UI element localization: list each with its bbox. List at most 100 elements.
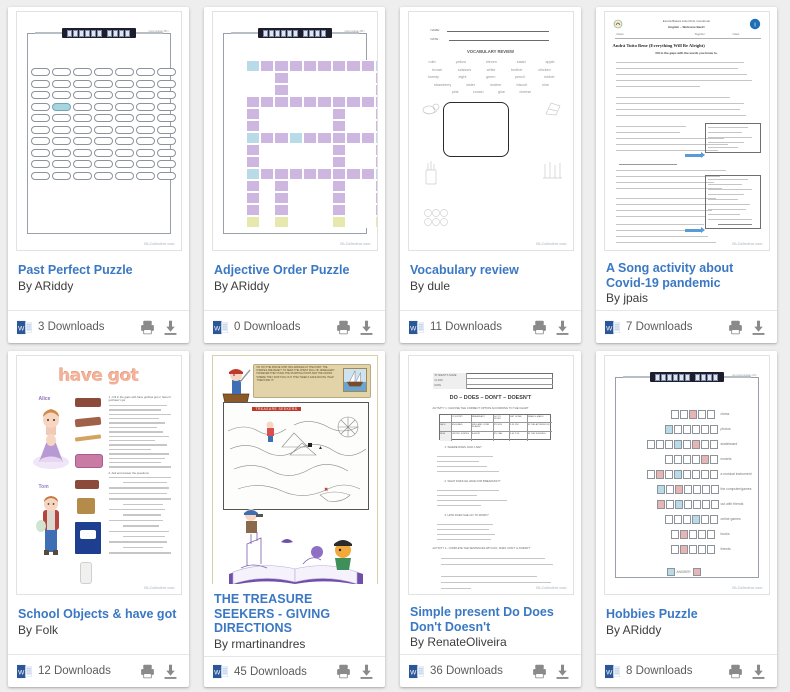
word-document-icon: W: [17, 664, 32, 679]
card-meta: School Objects & have got By Folk: [8, 599, 189, 654]
print-icon[interactable]: [335, 319, 352, 336]
open-book-illustration: [221, 528, 371, 585]
download-icon[interactable]: [554, 663, 571, 680]
vocab-word: glue: [497, 90, 505, 95]
clue-label: chess: [720, 412, 730, 416]
td-rita-country: UNITED STATES: [452, 432, 472, 441]
thumbnail-link[interactable]: intermediate (B1) iSLCollective.com: [8, 7, 189, 255]
td-rita: RITA: [439, 432, 452, 441]
level-note: intermediate (B1): [344, 30, 365, 33]
thumbnail-link[interactable]: NAME: DATE : VOCABULARY REVIEW ruler yel…: [400, 7, 581, 255]
question-3: 3. HOW DOES SHE GO TO WORK?: [444, 514, 489, 517]
print-icon[interactable]: [727, 663, 744, 680]
vocab-word: brother: [510, 67, 523, 72]
td-jack-home: 5:30 P.M.: [509, 423, 528, 432]
arrow-icon-2: [684, 227, 705, 233]
form-label-student-name: STUDENT'S NAME: [434, 374, 457, 377]
question-1: 1. WHERE DOES JACK LIVE?: [444, 446, 482, 449]
thumbnail-adjective-order-puzzle: intermediate (B1) iSLCollective.com: [211, 11, 378, 251]
worksheet-card[interactable]: NAME: DATE : VOCABULARY REVIEW ruler yel…: [400, 7, 581, 343]
print-icon[interactable]: [727, 319, 744, 336]
clue-label: out with friends: [720, 502, 744, 506]
worksheet-title[interactable]: Simple present Do Does Don't Doesn't: [410, 605, 571, 634]
th-read-emails: READ E-MAILS: [527, 415, 552, 423]
vocab-word: nine: [541, 82, 549, 87]
worksheet-title[interactable]: Past Perfect Puzzle: [18, 263, 179, 278]
vocab-word: brown: [432, 67, 443, 72]
watermark: iSLCollective.com: [536, 242, 567, 246]
worksheet-title[interactable]: Vocabulary review: [410, 263, 571, 278]
th-country: COUNTRY: [451, 415, 472, 423]
intro-text: HO HO! THE PIRATE SHIP HAS ARRIVED AT TH…: [256, 366, 335, 382]
clue-label: photos: [720, 427, 731, 431]
glue-item: [79, 562, 92, 584]
vocab-word: white: [486, 67, 496, 72]
download-icon[interactable]: [162, 663, 179, 680]
td-jack-country: ENGLAND: [451, 423, 472, 432]
worksheet-author: By ARiddy: [606, 622, 662, 637]
thumbnail-link[interactable]: HO HO! THE PIRATE SHIP HAS ARRIVED AT TH…: [204, 351, 385, 585]
thumbnail-link[interactable]: STUDENT'S NAME CLASS DATE DO – DOES – DO…: [400, 351, 581, 598]
print-icon[interactable]: [335, 663, 352, 680]
worksheet-card[interactable]: i Escola Basica Julio Dinis, Gondomar En…: [596, 7, 777, 343]
worksheet-card[interactable]: HO HO! THE PIRATE SHIP HAS ARRIVED AT TH…: [204, 351, 385, 687]
worksheet-card[interactable]: STUDENT'S NAME CLASS DATE DO – DOES – DO…: [400, 351, 581, 687]
worksheet-card[interactable]: have got Alice Tom 1 - Fill in the gaps …: [8, 351, 189, 687]
watermark: iSLCollective.com: [732, 242, 763, 246]
thumbnail-link[interactable]: have got Alice Tom 1 - Fill in the gaps …: [8, 351, 189, 599]
thumbnail-link[interactable]: i Escola Basica Julio Dinis, Gondomar En…: [596, 7, 777, 254]
card-meta: THE TREASURE SEEKERS - GIVING DIRECTIONS…: [204, 584, 385, 656]
clue-label: online games: [720, 517, 741, 521]
svg-text:W: W: [214, 325, 221, 332]
worksheet-card[interactable]: intermediate (B1) iSLCollective.com Past: [8, 7, 189, 343]
thumbnail-do-does: STUDENT'S NAME CLASS DATE DO – DOES – DO…: [407, 355, 574, 595]
svg-text:W: W: [214, 670, 221, 677]
notebook-label: [79, 530, 96, 539]
download-icon[interactable]: [750, 319, 767, 336]
watermark: iSLCollective.com: [144, 586, 175, 590]
worksheet-title[interactable]: Adjective Order Puzzle: [214, 263, 375, 278]
download-count: 45 Downloads: [234, 665, 307, 678]
vocab-word: eleven: [485, 60, 497, 64]
worksheet-title[interactable]: Hobbies Puzzle: [606, 607, 767, 622]
thumbnail-treasure-seekers: HO HO! THE PIRATE SHIP HAS ARRIVED AT TH…: [211, 355, 378, 585]
task2-lines: [108, 476, 175, 554]
download-icon[interactable]: [750, 663, 767, 680]
clue-label: friends: [720, 547, 731, 551]
download-icon[interactable]: [358, 319, 375, 336]
print-icon[interactable]: [531, 319, 548, 336]
name-label: NAME:: [430, 28, 441, 32]
print-icon[interactable]: [139, 319, 156, 336]
worksheet-title[interactable]: THE TREASURE SEEKERS - GIVING DIRECTIONS: [214, 592, 375, 636]
worksheet-card[interactable]: intermediate (B1) iSLCollective.com Adje…: [204, 7, 385, 343]
thumbnail-link[interactable]: pre-intermediate (A2) chess photos skate…: [596, 351, 777, 599]
print-icon[interactable]: [139, 663, 156, 680]
download-count: 8 Downloads: [626, 665, 693, 677]
worksheet-author: By rmartinandres: [214, 636, 306, 651]
worksheet-heading: DO – DOES – DON'T – DOESN'T: [449, 395, 532, 401]
print-icon[interactable]: [531, 663, 548, 680]
download-icon[interactable]: [358, 663, 375, 680]
vocab-word: biscuit: [516, 82, 527, 87]
escape-room-title-bar: [257, 28, 332, 38]
date-rule: [448, 40, 549, 41]
watermark: iSLCollective.com: [536, 586, 567, 590]
escape-room-title-bar: [61, 28, 136, 38]
treasure-map: TREASURE SEEKERS ▲ ✖: [222, 402, 369, 510]
card-meta: Past Perfect Puzzle By ARiddy: [8, 255, 189, 310]
activity1-text: ACTIVITY 1: CHOOSE THE CORRECT OPTION AC…: [432, 407, 529, 410]
worksheet-heading: VOCABULARY REVIEW: [467, 49, 514, 54]
worksheet-card[interactable]: pre-intermediate (A2) chess photos skate…: [596, 351, 777, 687]
download-icon[interactable]: [554, 319, 571, 336]
card-meta: Simple present Do Does Don't Doesn't By …: [400, 597, 581, 654]
thumbnail-link[interactable]: intermediate (B1) iSLCollective.com: [204, 7, 385, 255]
td-rita-work: BY CAR: [494, 432, 510, 441]
svg-text:W: W: [606, 325, 613, 332]
pencils-item: [76, 498, 95, 514]
legend-swatch-blue: [666, 568, 675, 576]
worksheet-title[interactable]: School Objects & have got: [18, 607, 179, 622]
download-icon[interactable]: [162, 319, 179, 336]
answer-bank-box-2: [704, 175, 761, 229]
worksheet-title[interactable]: A Song activity about Covid-19 pandemic: [606, 261, 767, 290]
clue-label: the computer/games: [720, 487, 752, 491]
